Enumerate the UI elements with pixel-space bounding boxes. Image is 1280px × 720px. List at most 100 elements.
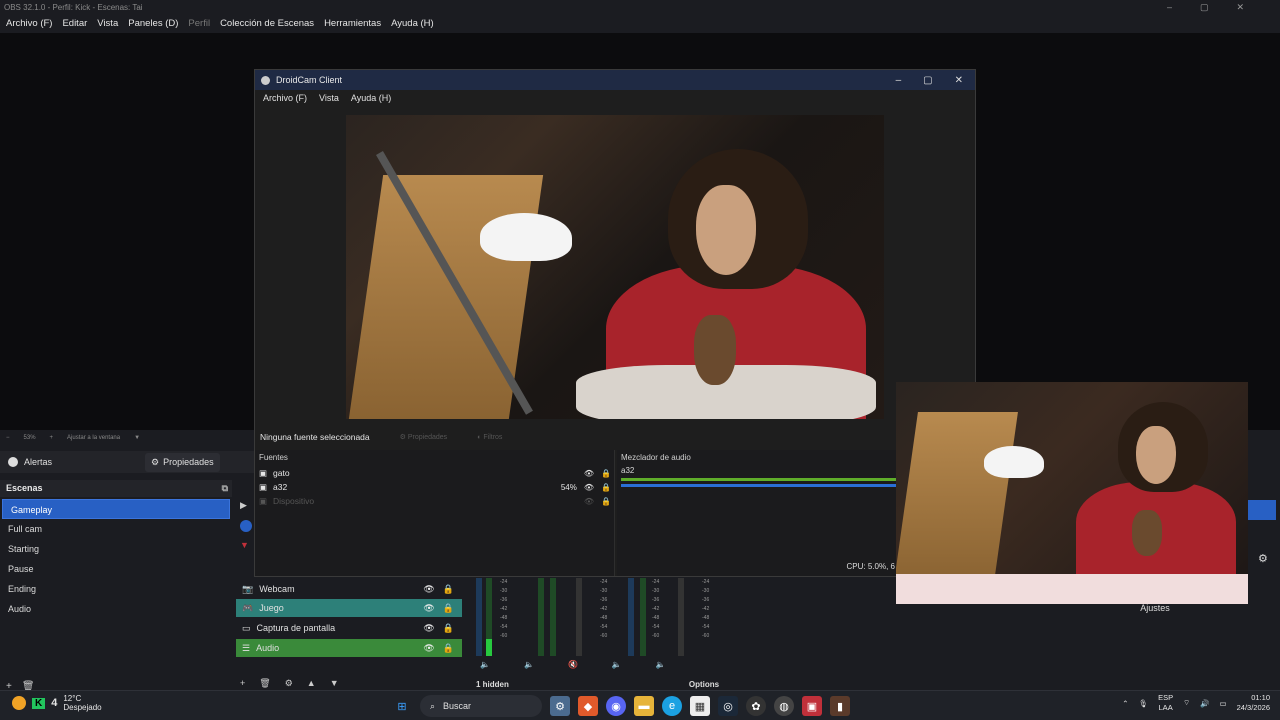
microphone-icon[interactable]: 🎙	[1139, 699, 1149, 708]
eye-icon[interactable]: 👁	[584, 497, 594, 506]
chevron-up-icon[interactable]: ⌃	[1122, 699, 1128, 708]
options-button[interactable]: Options	[689, 680, 719, 689]
menu-coleccion[interactable]: Colección de Escenas	[220, 16, 314, 32]
scene-item-ending[interactable]: Ending	[0, 579, 232, 599]
trash-icon[interactable]: 🗑	[259, 678, 270, 689]
lock-icon[interactable]: 🔒	[443, 584, 454, 595]
speaker-icon[interactable]: 🔈	[656, 660, 666, 669]
volume-slider[interactable]	[576, 578, 582, 656]
hidden-count[interactable]: 1 hidden	[476, 680, 509, 689]
maximize-icon[interactable]: ▢	[923, 75, 932, 86]
eye-icon[interactable]: 👁	[423, 643, 434, 654]
eye-icon[interactable]: 👁	[584, 483, 594, 492]
lock-icon[interactable]: 🔒	[601, 497, 611, 506]
source-row-dispositivo[interactable]: ▣ Dispositivo 👁 🔒	[259, 494, 611, 508]
menu-archivo[interactable]: Archivo (F)	[263, 93, 307, 103]
lock-icon[interactable]: 🔒	[601, 469, 611, 478]
sources-title: Fuentes	[259, 453, 288, 462]
store-icon[interactable]: ▦	[690, 696, 710, 716]
zoom-fit-label[interactable]: Ajustar a la ventana	[67, 435, 120, 441]
menu-vista[interactable]: Vista	[97, 16, 118, 32]
volume-meter	[628, 578, 634, 656]
menu-editar[interactable]: Editar	[62, 16, 87, 32]
gear-icon[interactable]: ⚙	[1258, 552, 1268, 565]
mute-icon[interactable]: 🔇	[568, 660, 578, 669]
speaker-icon[interactable]: 🔈	[612, 660, 622, 669]
tab-properties[interactable]: ⚙ Propiedades	[145, 452, 220, 472]
overlay-bar	[896, 574, 1248, 604]
clock[interactable]: 01:10 24/3/2026	[1237, 693, 1270, 713]
menu-vista[interactable]: Vista	[319, 93, 339, 103]
source-row-juego[interactable]: 🎮 Juego 👁 🔒	[236, 599, 462, 617]
arrow-up-icon[interactable]: ▲	[307, 678, 316, 689]
menu-perfil[interactable]: Perfil	[188, 16, 210, 32]
controls-accent[interactable]	[1248, 500, 1276, 520]
wifi-icon[interactable]: ⌔	[1183, 698, 1190, 708]
close-icon[interactable]: ✕	[955, 75, 963, 86]
lock-icon[interactable]: 🔒	[443, 643, 454, 654]
source-label: Captura de pantalla	[256, 623, 336, 633]
eye-icon[interactable]: 👁	[423, 584, 434, 595]
menu-ayuda[interactable]: Ayuda (H)	[391, 16, 434, 32]
menu-archivo[interactable]: Archivo (F)	[6, 16, 52, 32]
scene-item-starting[interactable]: Starting	[0, 539, 232, 559]
menu-ayuda[interactable]: Ayuda (H)	[351, 93, 391, 103]
dock-tabs: Alertas ⚙ Propiedades	[0, 451, 255, 473]
arrow-down-icon[interactable]: ▼	[330, 678, 339, 689]
taskbar-search[interactable]: ⌕ Buscar	[420, 695, 542, 717]
obs-window-controls[interactable]: –▢✕	[1167, 2, 1272, 13]
source-row-captura[interactable]: ▭ Captura de pantalla 👁 🔒	[236, 619, 462, 637]
lock-icon[interactable]: 🔒	[443, 603, 454, 614]
edge-icon[interactable]: e	[662, 696, 682, 716]
chevron-down-icon[interactable]: ▼	[240, 540, 249, 550]
menu-herramientas[interactable]: Herramientas	[324, 16, 381, 32]
minimize-icon[interactable]: –	[896, 75, 902, 86]
properties-button[interactable]: ⚙ Propiedades	[400, 433, 448, 441]
recorder-icon[interactable]: ▣	[802, 696, 822, 716]
eye-icon[interactable]: 👁	[584, 469, 594, 478]
zoom-in-button[interactable]: +	[50, 435, 54, 441]
chevron-down-icon[interactable]: ▼	[134, 435, 140, 441]
app-icon[interactable]: ✿	[746, 696, 766, 716]
scene-item-audio[interactable]: Audio	[0, 599, 232, 619]
scene-icon[interactable]	[240, 520, 252, 532]
gear-icon[interactable]: ⚙	[285, 678, 293, 689]
volume-icon[interactable]: 🔊	[1200, 699, 1209, 708]
taskbar-apps: ⊞ ⌕ Buscar ⚙ ◆ ◉ ▬ e ▦ ◎ ✿ ◍ ▣ ▮	[392, 695, 850, 717]
zoom-out-button[interactable]: −	[6, 435, 10, 441]
obs-icon[interactable]: ◍	[774, 696, 794, 716]
source-row-webcam[interactable]: 📷 Webcam 👁 🔒	[236, 580, 462, 598]
speaker-icon[interactable]: 🔈	[480, 660, 490, 669]
menu-paneles[interactable]: Paneles (D)	[128, 16, 178, 32]
filters-button[interactable]: ◐ Filtros	[477, 434, 502, 441]
language-indicator[interactable]: ESP LAA	[1158, 693, 1173, 713]
eye-icon[interactable]: 👁	[423, 603, 434, 614]
lock-icon[interactable]: 🔒	[443, 623, 454, 634]
discord-icon[interactable]: ◉	[606, 696, 626, 716]
volume-slider[interactable]	[621, 484, 897, 487]
eye-icon[interactable]: 👁	[423, 623, 434, 634]
source-row-a32[interactable]: ▣ a32 54% 👁 🔒	[259, 480, 611, 494]
brave-icon[interactable]: ◆	[578, 696, 598, 716]
scene-item-gameplay[interactable]: Gameplay	[2, 499, 230, 519]
battery-icon[interactable]: ▭	[1220, 699, 1227, 708]
source-row-audio[interactable]: ☰ Audio 👁 🔒	[236, 639, 462, 657]
droidcam-window: DroidCam Client – ▢ ✕ Archivo (F) Vista …	[254, 69, 976, 577]
weather-widget[interactable]: K 4 12°C Despejado	[12, 694, 102, 712]
undock-icon[interactable]: ⧉	[222, 480, 228, 497]
source-row-gato[interactable]: ▣ gato 👁 🔒	[259, 466, 611, 480]
steam-icon[interactable]: ◎	[718, 696, 738, 716]
windows-start-icon[interactable]: ⊞	[392, 696, 412, 716]
scene-item-full-cam[interactable]: Full cam	[0, 519, 232, 539]
settings-app-icon[interactable]: ⚙	[550, 696, 570, 716]
tab-alerts[interactable]: Alertas	[0, 457, 145, 467]
play-icon[interactable]: ▶	[240, 500, 247, 511]
source-label: Audio	[256, 643, 280, 653]
speaker-icon[interactable]: 🔈	[524, 660, 534, 669]
scene-item-pause[interactable]: Pause	[0, 559, 232, 579]
folder-icon[interactable]: ▬	[634, 696, 654, 716]
volume-slider[interactable]	[678, 578, 684, 656]
lock-icon[interactable]: 🔒	[601, 483, 611, 492]
add-icon[interactable]: +	[240, 678, 245, 689]
droidcam-icon[interactable]: ▮	[830, 696, 850, 716]
